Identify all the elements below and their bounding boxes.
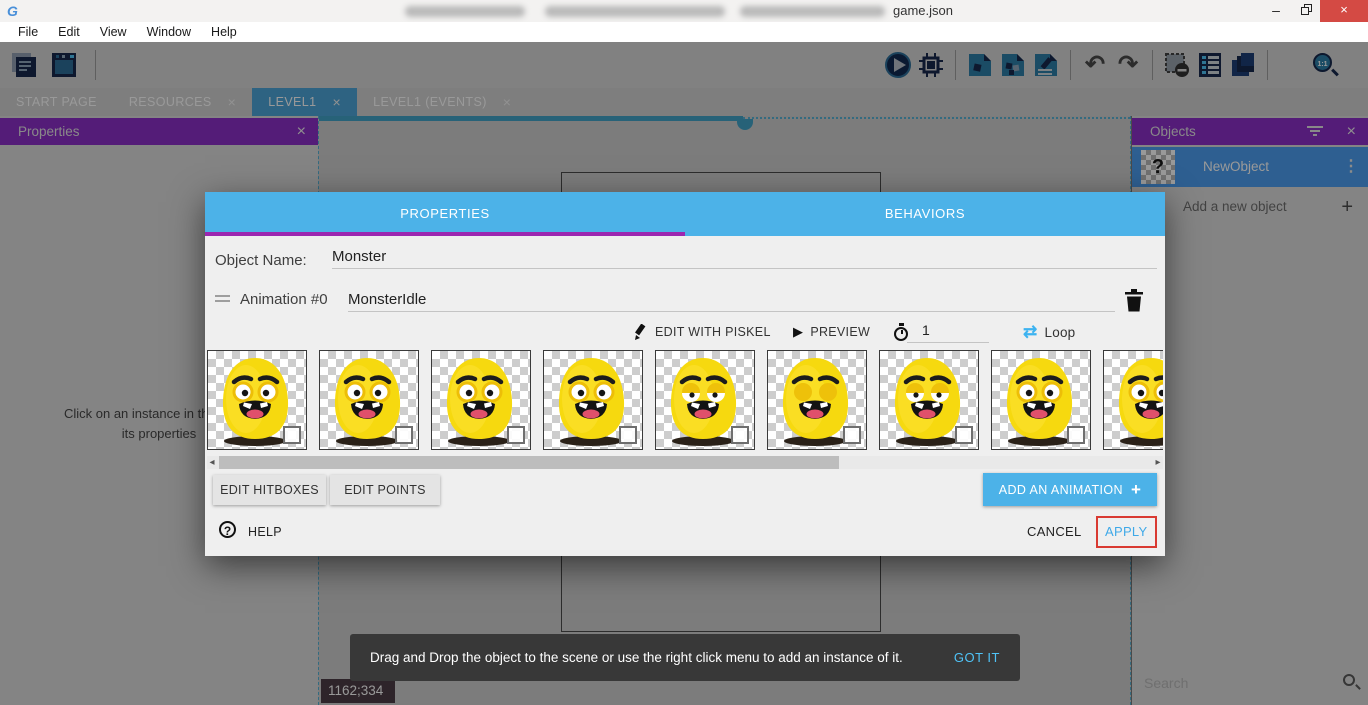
loop-icon: ⇄ xyxy=(1023,322,1038,342)
apply-highlight-box xyxy=(1096,516,1157,548)
animation-frame[interactable] xyxy=(767,350,867,450)
animation-frame[interactable] xyxy=(879,350,979,450)
menu-window[interactable]: Window xyxy=(137,22,201,42)
pencil-icon xyxy=(633,324,648,340)
scroll-left-icon[interactable]: ◂ xyxy=(207,456,217,469)
tab-behaviors[interactable]: BEHAVIORS xyxy=(685,192,1165,236)
frame-checkbox[interactable] xyxy=(395,426,413,444)
animation-frame[interactable] xyxy=(319,350,419,450)
time-between-frames-input[interactable] xyxy=(907,318,989,343)
frame-checkbox[interactable] xyxy=(283,426,301,444)
title-redacted-segment xyxy=(405,6,525,17)
scroll-right-icon[interactable]: ▸ xyxy=(1153,456,1163,469)
play-icon: ▶ xyxy=(793,324,803,340)
restore-button[interactable] xyxy=(1292,0,1320,22)
menu-file[interactable]: File xyxy=(8,22,48,42)
close-button[interactable]: × xyxy=(1320,0,1368,22)
animation-frame[interactable] xyxy=(655,350,755,450)
monster-sprite xyxy=(1104,351,1163,451)
frames-scrollbar[interactable]: ◂ ▸ xyxy=(207,456,1163,469)
scrollbar-thumb[interactable] xyxy=(219,456,839,469)
object-name-label: Object Name: xyxy=(215,252,307,269)
plus-icon: + xyxy=(1131,480,1141,499)
animation-frame[interactable] xyxy=(543,350,643,450)
frame-checkbox[interactable] xyxy=(731,426,749,444)
frames-strip xyxy=(207,350,1163,452)
menu-view[interactable]: View xyxy=(90,22,137,42)
frame-checkbox[interactable] xyxy=(619,426,637,444)
frame-checkbox[interactable] xyxy=(1067,426,1085,444)
app-logo-icon: G xyxy=(7,3,23,19)
minimize-button[interactable]: – xyxy=(1262,0,1290,22)
add-animation-button[interactable]: ADD AN ANIMATION+ xyxy=(983,473,1157,506)
title-redacted-segment xyxy=(545,6,725,17)
help-button[interactable]: HELP xyxy=(248,525,282,539)
loop-toggle[interactable]: ⇄ Loop xyxy=(1023,319,1075,345)
frame-checkbox[interactable] xyxy=(955,426,973,444)
animation-frame[interactable] xyxy=(431,350,531,450)
frame-checkbox[interactable] xyxy=(843,426,861,444)
cancel-button[interactable]: CANCEL xyxy=(1027,524,1082,539)
menu-help[interactable]: Help xyxy=(201,22,247,42)
active-tab-underline xyxy=(205,232,685,236)
object-editor-dialog: PROPERTIES BEHAVIORS Object Name: Animat… xyxy=(205,192,1165,556)
menu-edit[interactable]: Edit xyxy=(48,22,90,42)
drag-handle-icon[interactable] xyxy=(215,295,230,305)
title-redacted-segment xyxy=(740,6,885,17)
animation-name-input[interactable] xyxy=(348,287,1115,312)
edit-points-button[interactable]: EDIT POINTS xyxy=(330,475,440,505)
window-title: game.json xyxy=(893,3,953,18)
animation-frame[interactable] xyxy=(991,350,1091,450)
tab-properties[interactable]: PROPERTIES xyxy=(205,192,685,236)
snackbar-message: Drag and Drop the object to the scene or… xyxy=(350,650,903,665)
animation-label: Animation #0 xyxy=(240,291,328,308)
frame-checkbox[interactable] xyxy=(507,426,525,444)
object-name-input[interactable] xyxy=(332,244,1157,269)
animation-frame[interactable] xyxy=(207,350,307,450)
dialog-tabs: PROPERTIES BEHAVIORS xyxy=(205,192,1165,236)
snackbar: Drag and Drop the object to the scene or… xyxy=(350,634,1020,681)
titlebar: G game.json – × xyxy=(0,0,1368,22)
menubar: File Edit View Window Help xyxy=(0,22,1368,42)
edit-hitboxes-button[interactable]: EDIT HITBOXES xyxy=(213,475,326,505)
edit-with-piskel-button[interactable]: EDIT WITH PISKEL xyxy=(633,319,771,345)
delete-animation-icon[interactable] xyxy=(1123,288,1145,312)
help-icon[interactable]: ? xyxy=(219,521,236,538)
animation-frame[interactable] xyxy=(1103,350,1163,450)
preview-button[interactable]: ▶ PREVIEW xyxy=(793,319,870,345)
got-it-button[interactable]: GOT IT xyxy=(954,650,1020,665)
